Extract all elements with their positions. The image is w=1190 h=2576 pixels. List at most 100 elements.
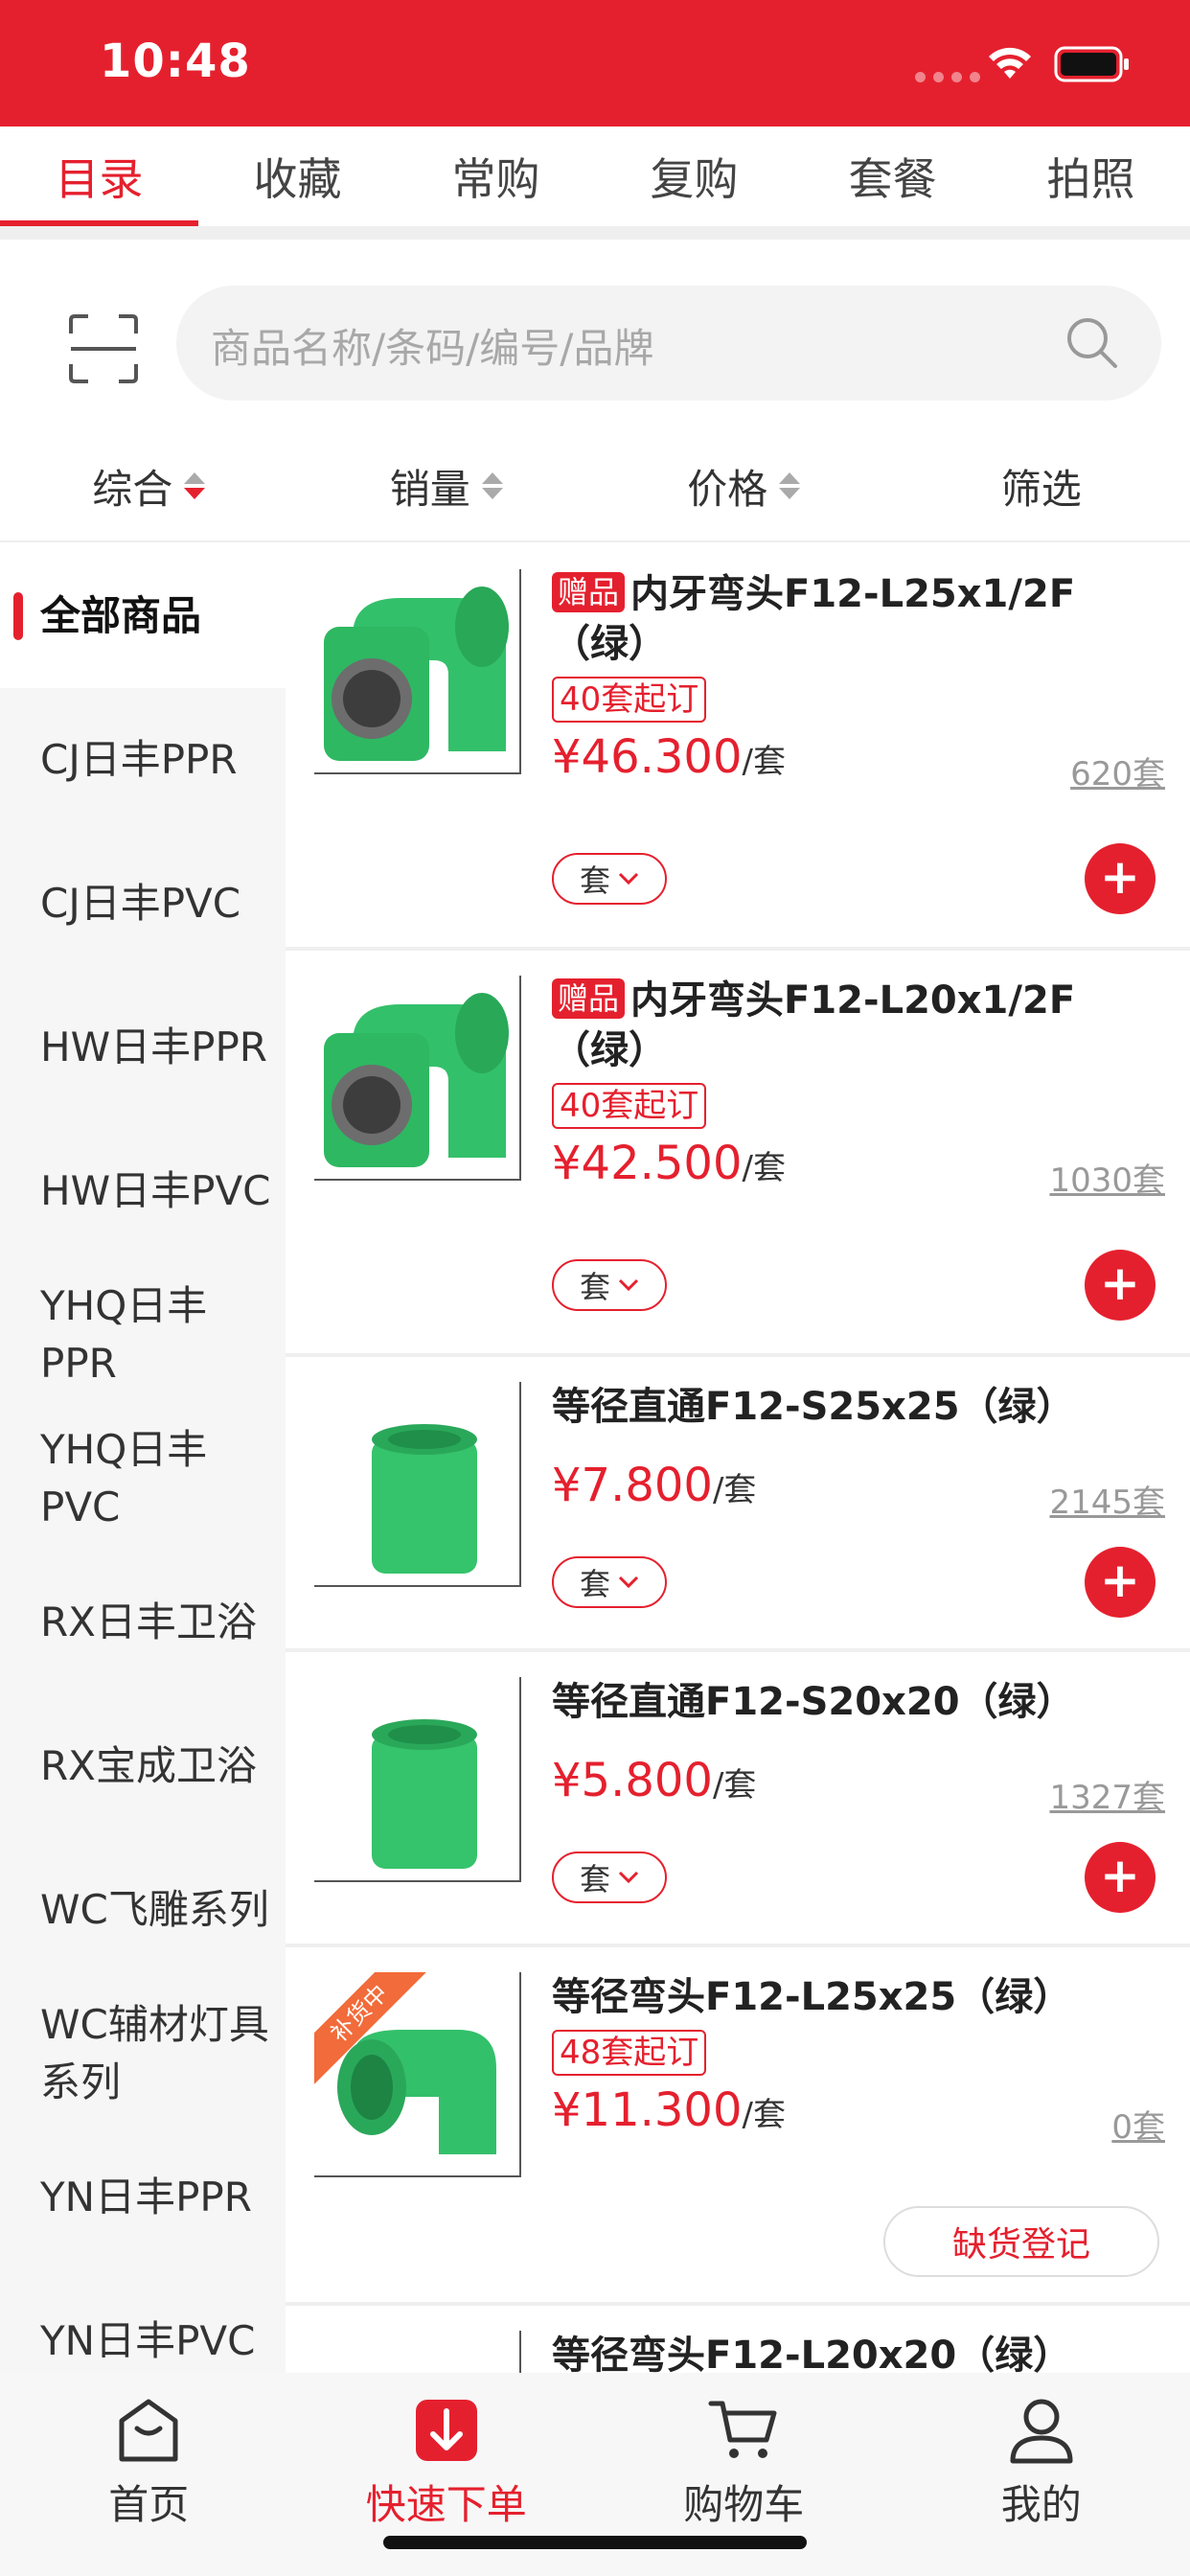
product-card[interactable]: 赠品 内牙弯头F12-L20x1/2F（绿） 40套起订 ¥42.500/套 10… xyxy=(286,951,1190,1357)
category-tabs: 目录 收藏 常购 复购 套餐 拍照 xyxy=(0,126,1190,240)
price-unit: /套 xyxy=(712,1471,757,1509)
search-input[interactable]: 商品名称/条码/编号/品牌 xyxy=(176,286,1161,401)
sort-sales-label: 销量 xyxy=(389,465,470,513)
coupling-fitting-image xyxy=(372,1424,477,1574)
product-image[interactable] xyxy=(314,976,521,1181)
product-name[interactable]: 等径弯头F12-L20x20（绿） xyxy=(552,2331,1165,2373)
nav-home-label: 首页 xyxy=(108,2481,190,2528)
category-sidebar: 全部商品 CJ日丰PPR CJ日丰PVC HW日丰PPR HW日丰PVC YHQ… xyxy=(0,544,286,2373)
add-to-cart-button[interactable]: + xyxy=(1085,1250,1156,1321)
search-icon[interactable] xyxy=(1062,312,1123,374)
product-name[interactable]: 等径直通F12-S20x20（绿） xyxy=(552,1677,1165,1727)
nav-home[interactable]: 首页 xyxy=(0,2373,298,2576)
product-price: ¥42.500 xyxy=(552,1137,743,1190)
unit-selector[interactable]: 套 xyxy=(552,1852,667,1903)
add-to-cart-button[interactable]: + xyxy=(1085,1547,1156,1618)
product-image[interactable] xyxy=(314,1382,521,1587)
sidebar-item-wc-feidiao[interactable]: WC飞雕系列 xyxy=(0,1838,286,1982)
stock-count: 0套 xyxy=(1111,2108,1165,2147)
moq-badge: 40套起订 xyxy=(552,1083,707,1129)
quick-order-icon xyxy=(415,2400,477,2461)
product-title[interactable]: 赠品 内牙弯头F12-L25x1/2F（绿） xyxy=(552,569,1165,669)
sidebar-item-rx-rifeng[interactable]: RX日丰卫浴 xyxy=(0,1551,286,1694)
product-image[interactable]: 补货中 xyxy=(314,1972,521,2177)
unit-selector-label: 套 xyxy=(579,1861,610,1898)
sort-price[interactable]: 价格 xyxy=(595,431,893,540)
product-image[interactable] xyxy=(314,2331,521,2373)
product-name[interactable]: 等径直通F12-S25x25（绿） xyxy=(552,1382,1165,1432)
sort-sales[interactable]: 销量 xyxy=(298,431,596,540)
battery-icon xyxy=(1054,46,1129,82)
tab-repurchase[interactable]: 复购 xyxy=(595,126,793,226)
elbow-fitting-image xyxy=(324,993,509,1167)
product-title[interactable]: 赠品 内牙弯头F12-L20x1/2F（绿） xyxy=(552,976,1165,1075)
product-info: 等径直通F12-S25x25（绿） ¥7.800/套 2145套 xyxy=(552,1382,1165,1526)
stock-count: 620套 xyxy=(1070,755,1165,794)
sidebar-item-wc-lighting[interactable]: WC辅材灯具系列 xyxy=(0,1982,286,2126)
product-info: 等径直通F12-S20x20（绿） ¥5.800/套 1327套 xyxy=(552,1677,1165,1821)
unit-selector-label: 套 xyxy=(579,862,610,899)
moq-badge: 48套起订 xyxy=(552,2030,707,2076)
product-card[interactable]: 等径直通F12-S25x25（绿） ¥7.800/套 2145套 套 + xyxy=(286,1357,1190,1652)
unit-selector-label: 套 xyxy=(579,1566,610,1602)
out-of-stock-register-button[interactable]: 缺货登记 xyxy=(883,2206,1159,2277)
moq-badge: 40套起订 xyxy=(552,677,707,723)
sidebar-item-cj-ppr[interactable]: CJ日丰PPR xyxy=(0,688,286,832)
filter-button[interactable]: 筛选 xyxy=(893,431,1190,540)
sort-arrows-icon xyxy=(481,472,503,499)
product-info: 赠品 内牙弯头F12-L25x1/2F（绿） 40套起订 ¥46.300/套 62… xyxy=(552,569,1165,797)
sort-comprehensive[interactable]: 综合 xyxy=(0,431,298,540)
cart-icon xyxy=(708,2401,777,2458)
gift-badge: 赠品 xyxy=(552,978,626,1019)
price-row: ¥5.800/套 1327套 xyxy=(552,1754,1165,1821)
product-info: 等径弯头F12-L25x25（绿） 48套起订 ¥11.300/套 0套 xyxy=(552,1972,1165,2150)
sidebar-item-yn-pvc[interactable]: YN日丰PVC xyxy=(0,2269,286,2373)
status-time: 10:48 xyxy=(100,34,251,88)
sidebar-item-yhq-pvc[interactable]: YHQ日丰PVC xyxy=(0,1407,286,1551)
price-unit: /套 xyxy=(712,1766,757,1805)
sidebar-item-yn-ppr[interactable]: YN日丰PPR xyxy=(0,2126,286,2269)
search-placeholder: 商品名称/条码/编号/品牌 xyxy=(211,325,654,372)
tab-photo[interactable]: 拍照 xyxy=(992,126,1190,226)
product-info: 赠品 内牙弯头F12-L20x1/2F（绿） 40套起订 ¥42.500/套 10… xyxy=(552,976,1165,1204)
tab-frequent[interactable]: 常购 xyxy=(397,126,595,226)
unit-selector[interactable]: 套 xyxy=(552,853,667,905)
add-to-cart-button[interactable]: + xyxy=(1085,843,1156,914)
product-card[interactable]: 补货中 等径弯头F12-L25x25（绿） 48套起订 ¥11.300/套 0套… xyxy=(286,1947,1190,2306)
filter-label: 筛选 xyxy=(1000,465,1082,513)
stock-count: 1327套 xyxy=(1049,1779,1165,1817)
product-price: ¥11.300 xyxy=(552,2083,743,2137)
sidebar-item-cj-pvc[interactable]: CJ日丰PVC xyxy=(0,832,286,976)
product-image[interactable] xyxy=(314,1677,521,1882)
product-image[interactable] xyxy=(314,569,521,774)
price-unit: /套 xyxy=(742,2096,786,2134)
sidebar-item-rx-baocheng[interactable]: RX宝成卫浴 xyxy=(0,1694,286,1838)
sidebar-item-hw-pvc[interactable]: HW日丰PVC xyxy=(0,1119,286,1263)
unit-selector[interactable]: 套 xyxy=(552,1556,667,1608)
tab-bundles[interactable]: 套餐 xyxy=(793,126,992,226)
tab-catalog[interactable]: 目录 xyxy=(0,126,198,226)
product-card[interactable]: 等径弯头F12-L20x20（绿） xyxy=(286,2306,1190,2373)
stock-count: 2145套 xyxy=(1049,1484,1165,1522)
product-card[interactable]: 赠品 内牙弯头F12-L25x1/2F（绿） 40套起订 ¥46.300/套 62… xyxy=(286,544,1190,951)
product-price: ¥7.800 xyxy=(552,1459,713,1512)
product-name[interactable]: 等径弯头F12-L25x25（绿） xyxy=(552,1972,1165,2022)
add-to-cart-button[interactable]: + xyxy=(1085,1842,1156,1913)
unit-selector[interactable]: 套 xyxy=(552,1259,667,1311)
price-unit: /套 xyxy=(742,1149,786,1187)
sidebar-item-all[interactable]: 全部商品 xyxy=(0,544,286,688)
status-bar: 10:48 xyxy=(0,0,1190,126)
product-price: ¥46.300 xyxy=(552,730,743,784)
sidebar-item-yhq-ppr[interactable]: YHQ日丰PPR xyxy=(0,1263,286,1407)
product-name: 内牙弯头F12-L25x1/2F（绿） xyxy=(552,572,1076,666)
home-icon xyxy=(119,2399,178,2462)
search-row: 商品名称/条码/编号/品牌 xyxy=(0,253,1190,431)
sidebar-item-hw-ppr[interactable]: HW日丰PPR xyxy=(0,976,286,1119)
price-unit: /套 xyxy=(742,743,786,781)
tab-favorites[interactable]: 收藏 xyxy=(198,126,397,226)
product-card[interactable]: 等径直通F12-S20x20（绿） ¥5.800/套 1327套 套 + xyxy=(286,1652,1190,1947)
coupling-fitting-image xyxy=(372,1719,477,1869)
scan-icon[interactable] xyxy=(65,310,142,387)
nav-profile[interactable]: 我的 xyxy=(893,2373,1190,2576)
unit-selector-label: 套 xyxy=(579,1269,610,1305)
